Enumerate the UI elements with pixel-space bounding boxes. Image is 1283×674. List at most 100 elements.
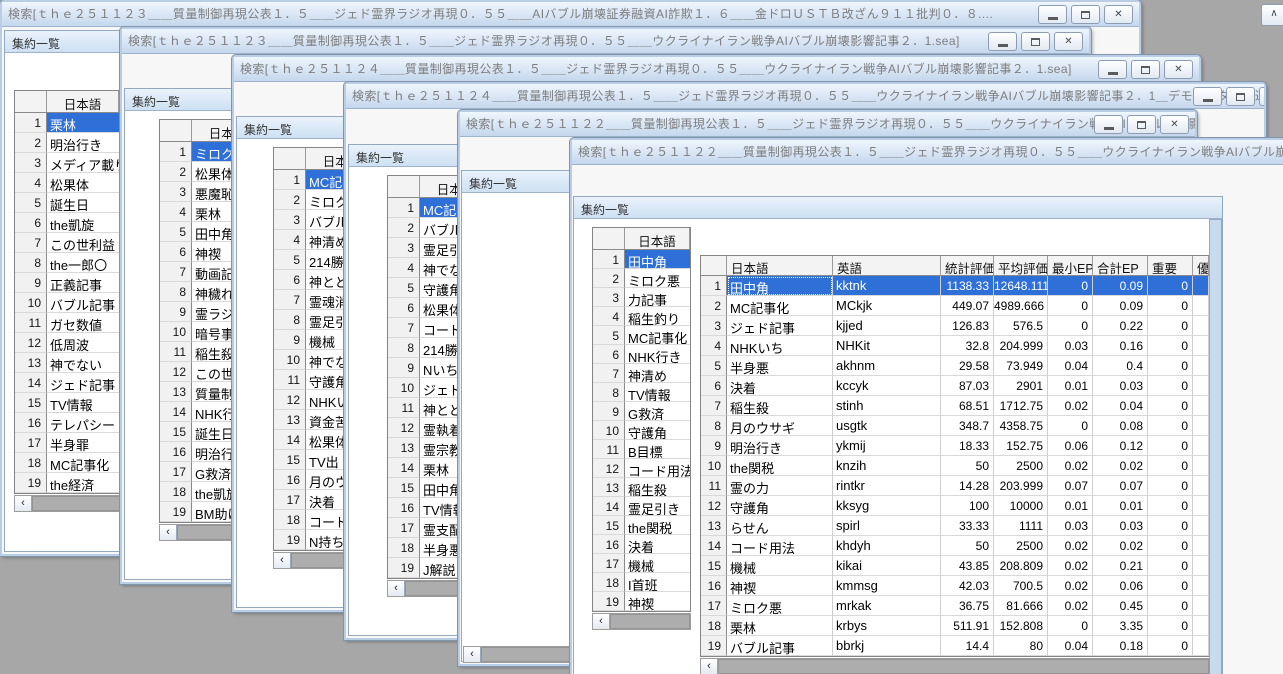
table-row[interactable]: 14コード用法khdyh5025000.020.020 [701,536,1209,556]
list-row[interactable]: 16テレパシー [15,413,119,433]
table-row[interactable]: 4NHKいちNHKit32.8204.9990.030.160 [701,336,1209,356]
titlebar[interactable]: 検索[ｔｈｅ２５１１２２＿＿質量制御再現公表１．５＿＿ジェド霊界ラジオ再現０．５… [572,140,1283,165]
list-row[interactable]: 9正義記事 [15,273,119,293]
list-row[interactable]: 4松果体 [15,173,119,193]
column-header-english[interactable]: 英語 [833,256,941,275]
list-row[interactable]: 12低周波 [15,333,119,353]
maximize-button[interactable] [1131,60,1160,79]
list-row[interactable]: 14ジェド記事 [15,373,119,393]
column-header-stat[interactable]: 優 [1193,256,1209,275]
list-row[interactable]: 13稲生殺 [593,478,690,497]
scroll-up-arrow-icon[interactable]: ∧ [1261,4,1283,26]
column-header-japanese[interactable]: 日本語 [47,91,119,112]
list-row[interactable]: 2ミロク悪 [593,269,690,288]
list-row[interactable]: 4稲生釣り [593,307,690,326]
list-row[interactable]: 14霊足引き [593,497,690,516]
vertical-scrollbar[interactable] [1209,219,1222,674]
column-header-stat[interactable]: 統計評価 [941,256,994,275]
column-header-stat[interactable]: 平均評価 [994,256,1048,275]
titlebar[interactable]: 検索[ｔｈｅ２５１１２４＿＿質量制御再現公表１．５＿＿ジェド霊界ラジオ再現０．５… [346,84,1264,109]
table-row[interactable]: 18栗林krbys511.91152.80803.350 [701,616,1209,636]
scroll-left-arrow-icon[interactable]: ‹ [701,659,718,674]
maximize-button[interactable] [1127,115,1156,134]
table-row[interactable]: 6決着kccyk87.0329010.010.030 [701,376,1209,396]
list-row[interactable]: 17機械 [593,554,690,573]
list-row[interactable]: 6the凱旋 [15,213,119,233]
list-row[interactable]: 11B目標 [593,440,690,459]
titlebar[interactable]: 検索[ｔｈｅ２５１１２４＿＿質量制御再現公表１．５＿＿ジェド霊界ラジオ再現０．５… [234,57,1199,82]
list-row[interactable]: 1栗林 [15,113,119,133]
scrollbar-thumb[interactable] [718,659,1209,674]
close-button[interactable]: ✕ [1164,60,1193,79]
scroll-left-arrow-icon[interactable]: ‹ [274,553,291,568]
table-row[interactable]: 16神禊kmmsg42.03700.50.020.060 [701,576,1209,596]
table-row[interactable]: 8月のウサギusgtk348.74358.7500.080 [701,416,1209,436]
table-row[interactable]: 3ジェド記事kjjed126.83576.500.220 [701,316,1209,336]
scroll-left-arrow-icon[interactable]: ‹ [593,614,610,629]
horizontal-scrollbar[interactable]: ‹ [700,658,1210,674]
close-button[interactable]: ✕ [1054,32,1083,51]
list-row[interactable]: 5MC記事化 [593,326,690,345]
minimize-button[interactable] [1094,115,1123,134]
list-row[interactable]: 16決着 [593,535,690,554]
summary-panel-titlebar[interactable]: 集約一覧 [574,197,1222,219]
minimize-button[interactable] [988,32,1017,51]
list-row[interactable]: 15TV情報 [15,393,119,413]
list-row[interactable]: 10守護角 [593,421,690,440]
list-row[interactable]: 3メディア載り [15,153,119,173]
table-row[interactable]: 2MC記事化MCkjk449.074989.66600.090 [701,296,1209,316]
list-row[interactable]: 6NHK行き [593,345,690,364]
list-row[interactable]: 3力記事 [593,288,690,307]
table-row[interactable]: 17ミロク悪mrkak36.7581.6660.020.450 [701,596,1209,616]
maximize-button[interactable] [1021,32,1050,51]
column-header-japanese[interactable]: 日本語 [625,228,690,249]
close-button[interactable]: ✕ [1259,87,1264,106]
scroll-left-arrow-icon[interactable]: ‹ [388,581,405,596]
minimize-button[interactable] [1098,60,1127,79]
list-row[interactable]: 12コード用法 [593,459,690,478]
table-row[interactable]: 15機械kikai43.85208.8090.020.210 [701,556,1209,576]
column-header-stat[interactable]: 重要 [1148,256,1193,275]
table-row[interactable]: 7稲生殺stinh68.511712.750.020.040 [701,396,1209,416]
list-row[interactable]: 7神清め [593,364,690,383]
scroll-left-arrow-icon[interactable]: ‹ [15,496,32,511]
minimize-button[interactable] [1038,5,1067,24]
list-row[interactable]: 8the一郎〇 [15,253,119,273]
titlebar[interactable]: 検索[ｔｈｅ２５１１２２＿＿質量制御再現公表１．５＿＿ジェド霊界ラジオ再現０．５… [460,112,1195,137]
close-button[interactable]: ✕ [1160,115,1189,134]
table-row[interactable]: 19バブル記事bbrkj14.4800.040.180 [701,636,1209,656]
scrollbar-thumb[interactable] [32,496,120,511]
table-row[interactable]: 13らせんspirl33.3311110.030.030 [701,516,1209,536]
horizontal-scrollbar[interactable]: ‹ [14,495,121,512]
column-header-japanese[interactable]: 日本語 [727,256,833,275]
column-header-stat[interactable]: 最小EP [1048,256,1093,275]
list-row[interactable]: 19神禊 [593,592,690,611]
scroll-left-arrow-icon[interactable]: ‹ [464,647,481,662]
close-button[interactable]: ✕ [1104,5,1133,24]
list-row[interactable]: 11ガセ数値 [15,313,119,333]
titlebar[interactable]: 検索[ｔｈｅ２５１１２３＿＿質量制御再現公表１．５＿＿ジェド霊界ラジオ再現０．５… [2,2,1139,27]
maximize-button[interactable] [1071,5,1100,24]
scroll-left-arrow-icon[interactable]: ‹ [160,525,177,540]
list-row[interactable]: 2明治行き [15,133,119,153]
horizontal-scrollbar[interactable]: ‹ [592,613,691,630]
column-header-stat[interactable]: 合計EP [1093,256,1148,275]
list-row[interactable]: 18I首班 [593,573,690,592]
list-row[interactable]: 1田中角 [593,250,690,269]
list-row[interactable]: 19the経済 [15,473,119,493]
list-row[interactable]: 13神でない [15,353,119,373]
list-row[interactable]: 10バブル記事 [15,293,119,313]
minimize-button[interactable] [1193,87,1222,106]
table-row[interactable]: 1田中角kktnk1138.3312648.11100.090 [701,276,1209,296]
titlebar[interactable]: 検索[ｔｈｅ２５１１２３＿＿質量制御再現公表１．５＿＿ジェド霊界ラジオ再現０．５… [122,29,1089,54]
table-row[interactable]: 11霊の力rintkr14.28203.9990.070.070 [701,476,1209,496]
table-row[interactable]: 10the関税knzih5025000.020.020 [701,456,1209,476]
table-row[interactable]: 9明治行きykmij18.33152.750.060.120 [701,436,1209,456]
list-row[interactable]: 18MC記事化 [15,453,119,473]
table-row[interactable]: 12守護角kksyg100100000.010.010 [701,496,1209,516]
scrollbar-thumb[interactable] [610,614,690,629]
list-row[interactable]: 8TV情報 [593,383,690,402]
maximize-button[interactable] [1226,87,1255,106]
list-row[interactable]: 15the関税 [593,516,690,535]
list-row[interactable]: 5誕生日 [15,193,119,213]
